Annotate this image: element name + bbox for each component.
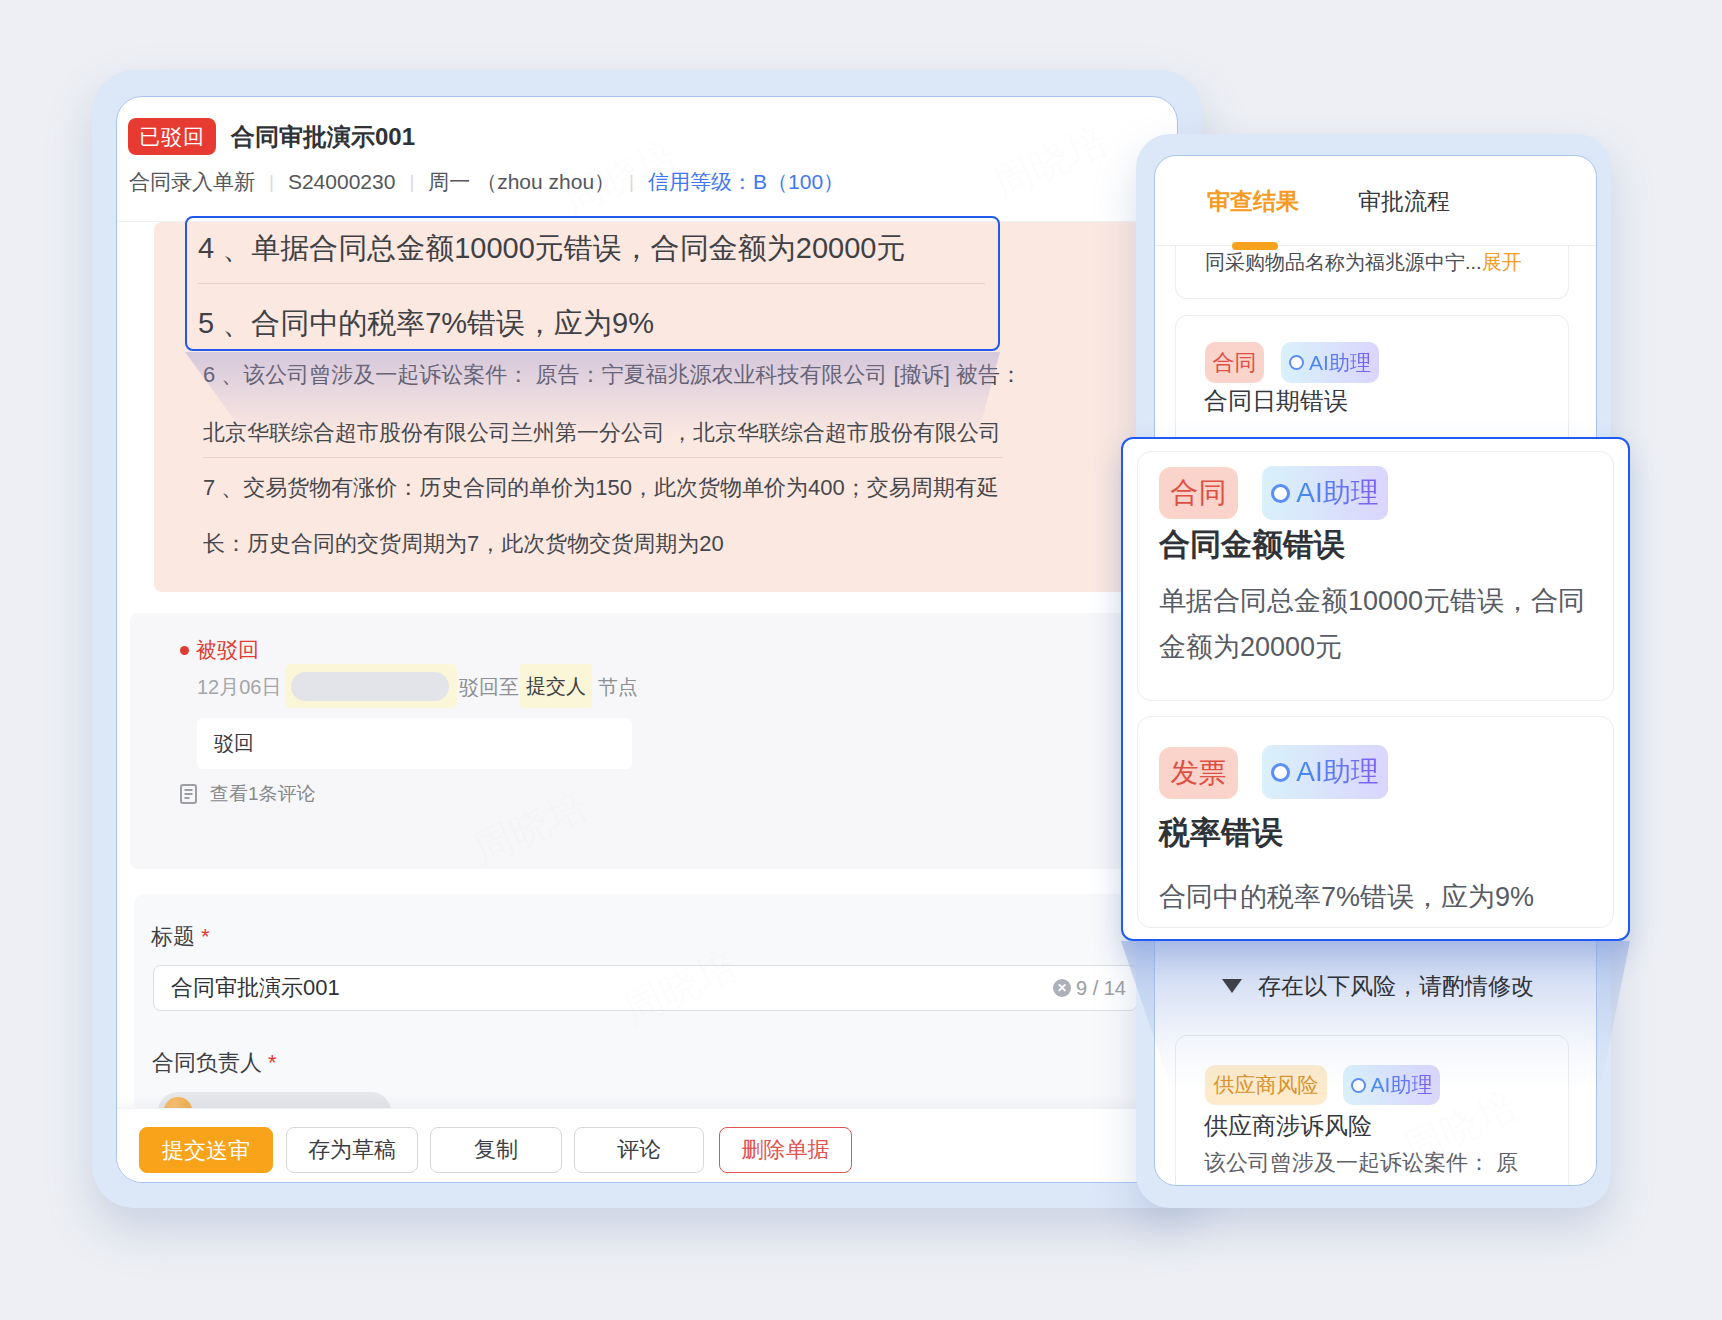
tab-review-result[interactable]: 审查结果 — [1207, 186, 1299, 216]
rejection-title: 被驳回 — [196, 638, 259, 662]
clipped-result-card[interactable]: 同采购物品名称为福兆源中宁...展开 — [1175, 245, 1569, 299]
clipped-result-text: 同采购物品名称为福兆源中宁...展开 — [1205, 248, 1522, 276]
invoice-tag: 发票 — [1159, 747, 1238, 799]
ai-tag-label: AI助理 — [1296, 753, 1378, 791]
required-asterisk: * — [268, 1050, 277, 1075]
risk-section-title: 存在以下风险，请酌情修改 — [1258, 969, 1534, 1003]
required-asterisk: * — [201, 924, 210, 949]
collapse-caret-icon[interactable] — [1222, 979, 1242, 993]
meta-doc-type: 合同录入单新 — [129, 168, 255, 196]
footer-action-bar: 提交送审 存为草稿 复制 评论 删除单据 — [117, 1108, 1178, 1183]
submit-button[interactable]: 提交送审 — [139, 1127, 273, 1173]
issue-item-7-line-1: 7 、交易货物有涨价：历史合同的单价为150，此次货物单价为400；交易周期有延 — [203, 473, 999, 503]
rejection-action-text: 驳回至 — [459, 672, 519, 702]
magnified-issues-box: 4 、单据合同总金额10000元错误，合同金额为20000元 5 、合同中的税率… — [185, 216, 1000, 351]
contract-tag: 合同 — [1159, 467, 1238, 519]
meta-separator: | — [409, 171, 414, 193]
issue-divider — [203, 457, 1003, 458]
ai-ring-icon — [1271, 763, 1290, 782]
rejection-date: 12月06日 — [197, 672, 282, 702]
rejection-target-node: 提交人 — [520, 664, 592, 708]
issue-item-5: 5 、合同中的税率7%错误，应为9% — [198, 306, 654, 340]
amount-error-line-1: 单据合同总金额10000元错误，合同 — [1159, 578, 1585, 624]
document-title: 合同审批演示001 — [231, 120, 415, 154]
screen: 已驳回 合同审批演示001 合同录入单新 | S24000230 | 周一 （z… — [0, 0, 1722, 1320]
issue-item-4: 4 、单据合同总金额10000元错误，合同金额为20000元 — [198, 231, 905, 265]
expand-link[interactable]: 展开 — [1482, 251, 1522, 273]
magnifier-projection-beam — [185, 352, 1000, 454]
tax-error-section: 发票 AI助理 税率错误 合同中的税率7%错误，应为9% — [1137, 716, 1614, 928]
tab-approval-flow[interactable]: 审批流程 — [1358, 186, 1450, 216]
delete-button[interactable]: 删除单据 — [719, 1127, 852, 1173]
supplier-risk-title: 供应商涉诉风险 — [1204, 1110, 1372, 1142]
title-input-value: 合同审批演示001 — [171, 966, 340, 1010]
comment-button[interactable]: 评论 — [574, 1127, 704, 1173]
amount-error-body: 单据合同总金额10000元错误，合同 金额为20000元 — [1159, 578, 1585, 670]
copy-button[interactable]: 复制 — [430, 1127, 562, 1173]
meta-doc-no: S24000230 — [288, 170, 395, 194]
owner-field-label: 合同负责人* — [152, 1050, 277, 1076]
save-draft-button[interactable]: 存为草稿 — [286, 1127, 418, 1173]
ai-tag-label: AI助理 — [1309, 349, 1371, 377]
status-badge: 已驳回 — [128, 118, 216, 155]
clear-input-icon[interactable]: ✕ — [1053, 979, 1071, 997]
meta-separator: | — [269, 171, 274, 193]
title-field-label: 标题* — [151, 924, 210, 950]
rejection-comment-text: 驳回 — [214, 718, 254, 769]
ai-tag-label: AI助理 — [1296, 474, 1378, 512]
amount-error-title: 合同金额错误 — [1159, 524, 1345, 566]
contract-tag: 合同 — [1205, 342, 1264, 383]
tax-error-title: 税率错误 — [1159, 812, 1283, 854]
amount-error-line-2: 金额为20000元 — [1159, 624, 1585, 670]
view-comments-label: 查看1条评论 — [210, 781, 316, 807]
tax-error-body: 合同中的税率7%错误，应为9% — [1159, 874, 1534, 920]
active-tab-indicator — [1232, 242, 1278, 250]
amount-error-section: 合同 AI助理 合同金额错误 单据合同总金额10000元错误，合同 金额为200… — [1137, 451, 1614, 701]
contract-date-card-title: 合同日期错误 — [1204, 384, 1348, 418]
view-comments-link[interactable]: 查看1条评论 — [180, 781, 316, 807]
clipped-result-body: 同采购物品名称为福兆源中宁... — [1205, 251, 1482, 273]
redacted-name-pill — [291, 672, 449, 701]
magnified-result-overlay: 合同 AI助理 合同金额错误 单据合同总金额10000元错误，合同 金额为200… — [1121, 437, 1630, 941]
issue-item-7-line-2: 长：历史合同的交货周期为7，此次货物交货周期为20 — [203, 529, 724, 559]
ai-assistant-tag: AI助理 — [1262, 745, 1388, 799]
title-label-text: 标题 — [151, 924, 195, 949]
rejection-status-dot — [180, 646, 189, 655]
ai-ring-icon — [1289, 355, 1304, 370]
character-counter: 9 / 14 — [1076, 966, 1126, 1010]
rejection-comment-box: 驳回 — [197, 718, 632, 769]
document-meta: 合同录入单新 | S24000230 | 周一 （zhou zhou） | 信用… — [129, 167, 844, 197]
magnified-divider — [198, 283, 985, 284]
owner-label-text: 合同负责人 — [152, 1050, 262, 1075]
ai-ring-icon — [1271, 484, 1290, 503]
contract-date-card[interactable]: 合同 AI助理 合同日期错误 — [1175, 315, 1569, 447]
rejection-node-suffix: 节点 — [598, 672, 638, 702]
ai-assistant-tag: AI助理 — [1262, 466, 1388, 520]
overlay-projection-beam — [1121, 941, 1630, 1091]
ai-assistant-tag: AI助理 — [1281, 342, 1379, 383]
comment-document-icon — [180, 784, 197, 804]
